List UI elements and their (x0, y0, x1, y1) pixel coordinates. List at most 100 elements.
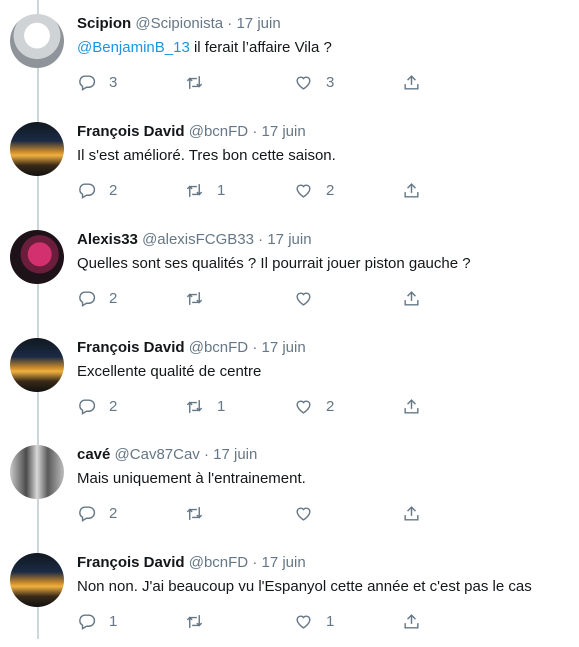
display-name[interactable]: François David (77, 123, 185, 140)
tweet-text: Il s'est amélioré. Tres bon cette saison… (77, 147, 336, 164)
like-button[interactable]: 2 (294, 394, 334, 418)
retweet-button[interactable] (185, 609, 217, 633)
tweet[interactable]: Scipion @Scipionista · 17 juin @Benjamin… (0, 0, 579, 108)
user-handle[interactable]: @bcnFD (189, 123, 248, 140)
tweet[interactable]: François David @bcnFD · 17 juin Il s'est… (0, 108, 579, 216)
like-count: 2 (326, 397, 335, 415)
share-icon (404, 613, 419, 629)
like-icon (296, 292, 311, 306)
reply-button[interactable]: 2 (77, 178, 117, 202)
retweet-count: 1 (217, 397, 226, 415)
avatar[interactable] (10, 230, 64, 284)
tweet-body: Mais uniquement à l'entrainement. (77, 470, 306, 487)
share-button[interactable] (402, 394, 421, 418)
retweet-button[interactable]: 1 (185, 178, 225, 202)
tweet[interactable]: François David @bcnFD · 17 juin Excellen… (0, 324, 579, 432)
user-handle[interactable]: @bcnFD (189, 339, 248, 356)
tweet-text: @BenjaminB_13 il ferait l’affaire Vila ? (77, 39, 332, 56)
tweet-body: Non non. J'ai beaucoup vu l'Espanyol cet… (77, 578, 532, 595)
reply-icon (79, 613, 96, 630)
display-name[interactable]: Scipion (77, 15, 131, 32)
tweet-body: Quelles sont ses qualités ? Il pourrait … (77, 255, 471, 272)
tweet-body: Excellente qualité de centre (77, 363, 262, 380)
separator-dot: · (252, 339, 258, 356)
display-name[interactable]: Alexis33 (77, 231, 138, 248)
reply-count: 1 (109, 612, 118, 630)
reply-count: 3 (109, 73, 118, 91)
user-handle[interactable]: @alexisFCGB33 (142, 231, 254, 248)
reply-button[interactable]: 2 (77, 286, 117, 310)
like-icon (296, 184, 311, 198)
like-button[interactable] (294, 501, 326, 525)
tweet-header: cavé @Cav87Cav · 17 juin (77, 446, 257, 463)
avatar[interactable] (10, 14, 64, 68)
user-handle[interactable]: @Scipionista (135, 15, 223, 32)
tweet-actions: 3 3 (77, 70, 517, 94)
separator-dot: · (252, 123, 258, 140)
like-count: 3 (326, 73, 335, 91)
tweet-text: Quelles sont ses qualités ? Il pourrait … (77, 255, 471, 272)
reply-button[interactable]: 1 (77, 609, 117, 633)
tweet-actions: 2 1 2 (77, 394, 517, 418)
reply-count: 2 (109, 181, 118, 199)
mention-link[interactable]: @BenjaminB_13 (77, 39, 190, 56)
retweet-button[interactable] (185, 70, 217, 94)
separator-dot: · (252, 554, 258, 571)
reply-count: 2 (109, 397, 118, 415)
share-button[interactable] (402, 178, 421, 202)
tweet-date[interactable]: 17 juin (261, 554, 305, 571)
tweet-date[interactable]: 17 juin (213, 446, 257, 463)
avatar[interactable] (10, 122, 64, 176)
tweet[interactable]: cavé @Cav87Cav · 17 juin Mais uniquement… (0, 431, 579, 539)
tweet-date[interactable]: 17 juin (261, 123, 305, 140)
retweet-icon (186, 291, 203, 305)
share-icon (404, 505, 419, 521)
user-handle[interactable]: @bcnFD (189, 554, 248, 571)
avatar[interactable] (10, 445, 64, 499)
display-name[interactable]: François David (77, 339, 185, 356)
tweet-text: Excellente qualité de centre (77, 363, 261, 380)
tweet-header: Alexis33 @alexisFCGB33 · 17 juin (77, 231, 312, 248)
share-button[interactable] (402, 70, 421, 94)
tweet-text: Non non. J'ai beaucoup vu l'Espanyol cet… (77, 578, 532, 595)
reply-count: 2 (109, 289, 118, 307)
tweet-body: Il s'est amélioré. Tres bon cette saison… (77, 147, 336, 164)
tweet-actions: 2 1 2 (77, 178, 517, 202)
separator-dot: · (203, 446, 209, 463)
display-name[interactable]: cavé (77, 446, 110, 463)
share-icon (404, 398, 419, 414)
like-button[interactable]: 3 (294, 70, 334, 94)
retweet-icon (186, 75, 203, 89)
tweet[interactable]: Alexis33 @alexisFCGB33 · 17 juin Quelles… (0, 216, 579, 324)
retweet-button[interactable] (185, 286, 217, 310)
reply-button[interactable]: 3 (77, 70, 117, 94)
retweet-button[interactable] (185, 501, 217, 525)
share-icon (404, 74, 419, 90)
like-icon (296, 615, 311, 629)
reply-icon (79, 182, 96, 199)
share-button[interactable] (402, 501, 421, 525)
tweet-text: Mais uniquement à l'entrainement. (77, 470, 306, 487)
retweet-button[interactable]: 1 (185, 394, 225, 418)
avatar[interactable] (10, 553, 64, 607)
share-button[interactable] (402, 609, 421, 633)
share-button[interactable] (402, 286, 421, 310)
avatar[interactable] (10, 338, 64, 392)
like-button[interactable]: 2 (294, 178, 334, 202)
tweet[interactable]: François David @bcnFD · 17 juin Non non.… (0, 539, 579, 647)
tweet-date[interactable]: 17 juin (236, 15, 280, 32)
tweet-date[interactable]: 17 juin (261, 339, 305, 356)
like-button[interactable] (294, 286, 326, 310)
reply-count: 2 (109, 504, 118, 522)
like-icon (296, 76, 311, 90)
share-icon (404, 182, 419, 198)
tweet-date[interactable]: 17 juin (267, 231, 311, 248)
reply-button[interactable]: 2 (77, 394, 117, 418)
like-count: 2 (326, 181, 335, 199)
display-name[interactable]: François David (77, 554, 185, 571)
reply-icon (79, 398, 96, 415)
user-handle[interactable]: @Cav87Cav (115, 446, 200, 463)
like-button[interactable]: 1 (294, 609, 334, 633)
tweet-body: il ferait l’affaire Vila ? (189, 39, 332, 56)
reply-button[interactable]: 2 (77, 501, 117, 525)
